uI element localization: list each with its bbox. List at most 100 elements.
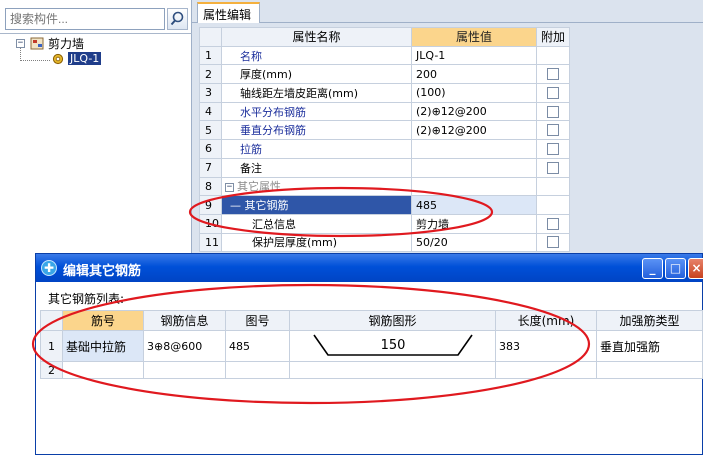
row-number: 6 [199, 139, 222, 159]
property-row[interactable]: 7 备注 [199, 157, 570, 178]
column-header-attach[interactable]: 附加 [536, 27, 570, 47]
column-header-fig-no[interactable]: 图号 [225, 310, 290, 331]
property-row[interactable]: 2 厚度(mm) 200 [199, 64, 570, 85]
column-header-row-number [40, 310, 63, 331]
column-header-value[interactable]: 属性值 [411, 27, 537, 47]
property-value[interactable]: (2)⊕12@200 [411, 120, 537, 141]
maximize-button[interactable]: □ [665, 258, 686, 279]
attach-checkbox[interactable] [547, 217, 559, 230]
property-group-row[interactable]: 8 − 其它属性 [199, 176, 570, 197]
dialog-title-bar[interactable]: ✚ 编辑其它钢筋 _ □ × [36, 254, 703, 282]
bar-info-cell[interactable]: 3⊕8@600 [143, 330, 226, 362]
row-number: 11 [199, 232, 222, 253]
property-value[interactable]: JLQ-1 [411, 45, 537, 66]
attach-checkbox[interactable] [547, 68, 559, 81]
property-value[interactable]: 485 [411, 195, 537, 215]
attach-checkbox[interactable] [547, 142, 559, 155]
divider [0, 33, 192, 34]
property-value[interactable]: (100) [411, 83, 537, 103]
property-name: 汇总信息 [221, 213, 412, 234]
property-value [411, 176, 537, 197]
bar-info-cell[interactable] [143, 361, 226, 379]
rebar-row[interactable]: 1 基础中拉筋 3⊕8@600 485 150 383 垂直加强筋 [40, 330, 703, 362]
property-value[interactable] [411, 139, 537, 159]
tree-label: 剪力墙 [48, 37, 85, 51]
tree-node-jlq1[interactable]: JLQ-1 [52, 51, 102, 66]
property-name: 备注 [221, 157, 412, 178]
column-header-name[interactable]: 属性名称 [221, 27, 412, 47]
dialog-app-icon: ✚ [41, 260, 57, 276]
column-header-row-number [199, 27, 222, 47]
close-button[interactable]: × [688, 258, 703, 279]
property-value[interactable]: 剪力墙 [411, 213, 537, 234]
property-grid: 属性名称 属性值 附加 1 名称 JLQ-1 2 厚度(mm) 200 3 轴线… [199, 27, 570, 253]
property-row-selected[interactable]: 9 — 其它钢筋 485 [199, 195, 570, 215]
property-name: 水平分布钢筋 [221, 101, 412, 122]
bar-no-cell[interactable]: 基础中拉筋 [62, 330, 144, 362]
search-icon [170, 11, 184, 26]
property-row[interactable]: 3 轴线距左墙皮距离(mm) (100) [199, 83, 570, 103]
fig-no-cell[interactable]: 485 [225, 330, 290, 362]
list-label: 其它钢筋列表: [48, 292, 125, 306]
property-name: 厚度(mm) [221, 64, 412, 85]
collapse-icon[interactable]: − [225, 182, 234, 192]
attach-checkbox[interactable] [547, 86, 559, 99]
column-header-bar-shape[interactable]: 钢筋图形 [289, 310, 496, 331]
reinforce-type-cell[interactable]: 垂直加强筋 [596, 330, 703, 362]
tab-property-edit[interactable]: 属性编辑 [197, 2, 260, 23]
tree-node-shear-wall[interactable]: − 剪力墙 [16, 36, 84, 51]
fig-no-cell[interactable] [225, 361, 290, 379]
length-cell[interactable]: 383 [495, 330, 597, 362]
rebar-grid: 筋号 钢筋信息 图号 钢筋图形 长度(mm) 加强筋类型 1 基础中拉筋 3⊕8… [40, 310, 703, 379]
row-number: 2 [40, 361, 63, 379]
property-row[interactable]: 4 水平分布钢筋 (2)⊕12@200 [199, 101, 570, 122]
attach-checkbox[interactable] [547, 236, 559, 249]
row-number: 10 [199, 213, 222, 234]
collapse-icon[interactable]: − [16, 39, 25, 48]
attach-checkbox[interactable] [547, 105, 559, 118]
length-cell[interactable] [495, 361, 597, 379]
property-value[interactable]: 200 [411, 64, 537, 85]
bar-no-cell[interactable] [62, 361, 144, 379]
row-number: 4 [199, 101, 222, 122]
attach-cell [536, 157, 570, 178]
attach-cell [536, 101, 570, 122]
attach-cell [536, 45, 570, 66]
rebar-grid-header: 筋号 钢筋信息 图号 钢筋图形 长度(mm) 加强筋类型 [40, 310, 703, 331]
row-number: 1 [40, 330, 63, 362]
rebar-row[interactable]: 2 [40, 361, 703, 379]
search-input[interactable] [5, 8, 165, 30]
property-value[interactable] [411, 157, 537, 178]
property-row[interactable]: 6 拉筋 [199, 139, 570, 159]
row-number: 3 [199, 83, 222, 103]
property-row[interactable]: 1 名称 JLQ-1 [199, 45, 570, 66]
wall-icon [30, 37, 44, 50]
attach-checkbox[interactable] [547, 124, 559, 137]
property-row[interactable]: 5 垂直分布钢筋 (2)⊕12@200 [199, 120, 570, 141]
property-row[interactable]: 10 汇总信息 剪力墙 [199, 213, 570, 234]
property-value[interactable]: 50/20 [411, 232, 537, 253]
column-header-reinforce-type[interactable]: 加强筋类型 [596, 310, 703, 331]
property-row[interactable]: 11 保护层厚度(mm) 50/20 [199, 232, 570, 253]
minimize-button[interactable]: _ [642, 258, 663, 279]
tree-label-selected: JLQ-1 [68, 52, 102, 65]
search-button[interactable] [167, 8, 188, 30]
property-name: 保护层厚度(mm) [221, 232, 412, 253]
property-value[interactable]: (2)⊕12@200 [411, 101, 537, 122]
property-group-name: − 其它属性 [221, 176, 412, 197]
row-number: 2 [199, 64, 222, 85]
rebar-shape-dimension: 150 [380, 338, 406, 353]
column-header-length[interactable]: 长度(mm) [495, 310, 597, 331]
attach-cell [536, 213, 570, 234]
bar-shape-cell[interactable]: 150 [289, 330, 496, 362]
row-number: 1 [199, 45, 222, 66]
bar-shape-cell[interactable] [289, 361, 496, 379]
row-number: 7 [199, 157, 222, 178]
column-header-bar-no[interactable]: 筋号 [62, 310, 144, 331]
property-name: 垂直分布钢筋 [221, 120, 412, 141]
column-header-bar-info[interactable]: 钢筋信息 [143, 310, 226, 331]
attach-cell [536, 139, 570, 159]
attach-cell [536, 83, 570, 103]
attach-checkbox[interactable] [547, 161, 559, 174]
reinforce-type-cell[interactable] [596, 361, 703, 379]
